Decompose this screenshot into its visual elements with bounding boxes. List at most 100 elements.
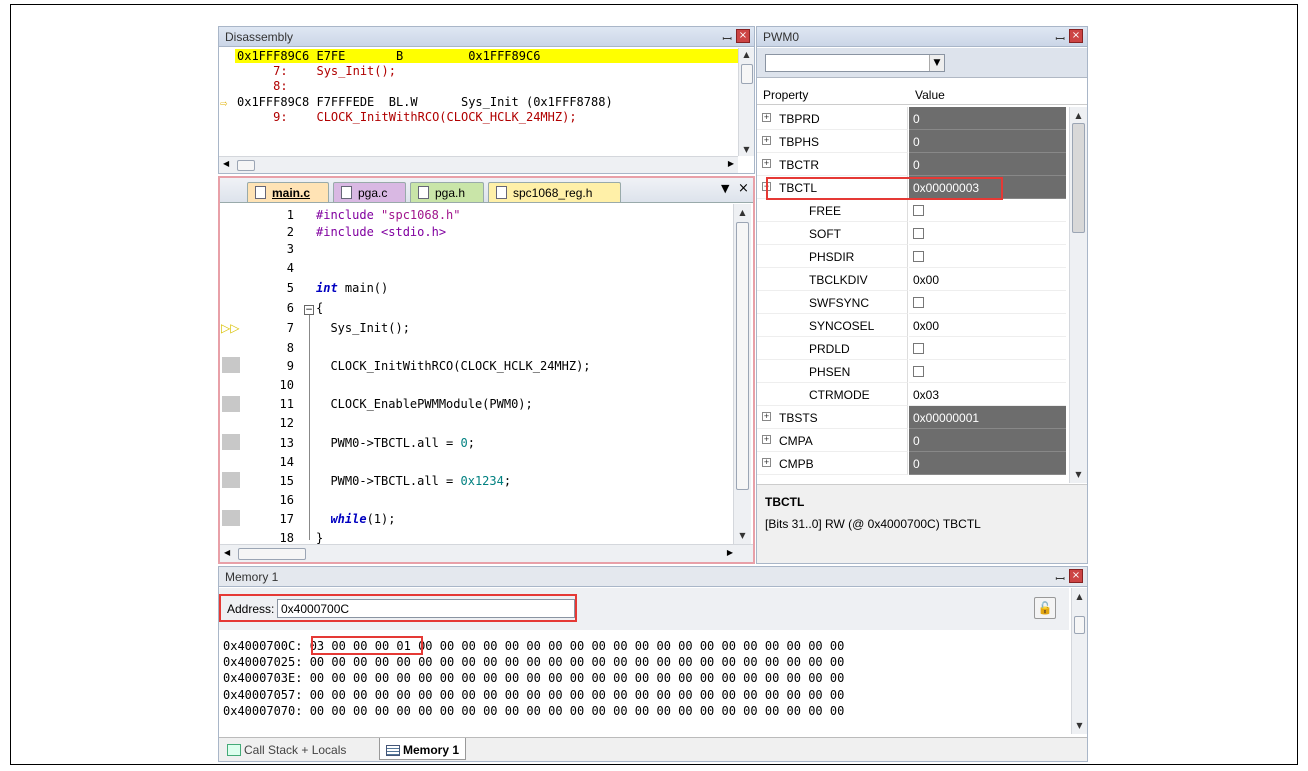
property-row-cmpb: + CMPB 0: [757, 452, 1067, 475]
memory-title-bar: Memory 1 ꟷ ×: [219, 567, 1087, 587]
code-line: Sys_Init();: [316, 321, 410, 335]
disasm-line: 0x1FFF89C6 E7FE B 0x1FFF89C6: [237, 49, 541, 63]
property-row-syncosel: SYNCOSEL 0x00: [757, 314, 1067, 337]
code-line: }: [316, 531, 324, 545]
property-row-tbprd: + TBPRD 0: [757, 107, 1067, 130]
pwm-object-dropdown[interactable]: ▼: [765, 54, 945, 72]
memory-row: 0x40007070: 00 00 00 00 00 00 00 00 00 0…: [223, 704, 845, 718]
pin-icon[interactable]: ꟷ: [1055, 30, 1065, 47]
pwm-toolbar: ▼: [757, 48, 1087, 78]
property-row-soft: SOFT: [757, 222, 1067, 245]
property-row-prdld: PRDLD: [757, 337, 1067, 360]
description-text: [Bits 31..0] RW (@ 0x4000700C) TBCTL: [765, 517, 981, 531]
memory-icon: [386, 745, 400, 756]
pin-icon[interactable]: ꟷ: [1055, 570, 1065, 587]
property-column-header: Property: [763, 88, 809, 102]
swfsync-checkbox[interactable]: [913, 297, 924, 308]
memory-bytes-highlight-box: [311, 636, 423, 655]
disasm-line: 0x1FFF89C8 F7FFFEDE BL.W Sys_Init (0x1FF…: [237, 95, 613, 109]
expand-icon[interactable]: +: [762, 435, 771, 444]
tab-memory-1[interactable]: Memory 1: [379, 738, 467, 760]
expand-icon[interactable]: +: [762, 136, 771, 145]
description-title: TBCTL: [765, 495, 805, 509]
disassembly-vscrollbar[interactable]: ▲ ▼: [738, 48, 754, 156]
call-stack-icon: [227, 744, 241, 756]
memory-dump[interactable]: 0x4000700C: 03 00 00 00 01 00 00 00 00 0…: [219, 630, 1069, 734]
pwm-title-bar: PWM0 ꟷ ×: [757, 27, 1087, 47]
disasm-line: 9: CLOCK_InitWithRCO(CLOCK_HCLK_24MHZ);: [237, 110, 577, 124]
memory-row: 0x4000703E: 00 00 00 00 00 00 00 00 00 0…: [223, 671, 845, 685]
property-row-free: FREE: [757, 199, 1067, 222]
phsdir-checkbox[interactable]: [913, 251, 924, 262]
code-area[interactable]: 1 #include "spc1068.h" 2 #include <stdio.h…: [220, 204, 733, 545]
expand-icon[interactable]: +: [762, 458, 771, 467]
property-row-phsdir: PHSDIR: [757, 245, 1067, 268]
disassembly-hscrollbar[interactable]: ◀ ▶: [219, 156, 738, 173]
memory-vscrollbar[interactable]: ▲ ▼: [1071, 588, 1087, 734]
code-line: int main(): [316, 281, 389, 295]
disasm-line: 7: Sys_Init();: [237, 64, 396, 78]
property-row-tbsts: + TBSTS 0x00000001: [757, 406, 1067, 429]
property-row-tbphs: + TBPHS 0: [757, 130, 1067, 153]
property-row-swfsync: SWFSYNC: [757, 291, 1067, 314]
expand-icon[interactable]: +: [762, 412, 771, 421]
property-row-tbclkdiv: TBCLKDIV 0x00: [757, 268, 1067, 291]
editor-hscrollbar[interactable]: ◀ ▶: [220, 544, 753, 562]
tab-dropdown-icon[interactable]: ▼: [721, 182, 729, 195]
value-column-header: Value: [915, 88, 945, 102]
property-description: TBCTL [Bits 31..0] RW (@ 0x4000700C) TBC…: [757, 484, 1087, 563]
tab-pga-h[interactable]: pga.h: [410, 182, 484, 202]
code-line: PWM0->TBCTL.all = 0;: [316, 436, 475, 450]
property-row-cmpa: + CMPA 0: [757, 429, 1067, 452]
property-row-phsen: PHSEN: [757, 360, 1067, 383]
tab-main-c[interactable]: main.c: [247, 182, 329, 202]
lock-icon[interactable]: 🔓: [1034, 597, 1056, 619]
tbctl-highlight-box: [766, 177, 1003, 200]
memory-title: Memory 1: [225, 570, 279, 584]
close-icon[interactable]: ×: [736, 29, 750, 43]
disassembly-code: ⇨ 0x1FFF89C6 E7FE B 0x1FFF89C6 7: Sys_In…: [219, 48, 740, 156]
bottom-tab-strip: Call Stack + Locals Memory 1: [219, 737, 1087, 761]
prdld-checkbox[interactable]: [913, 343, 924, 354]
memory-row: 0x40007025: 00 00 00 00 00 00 00 00 00 0…: [223, 655, 845, 669]
property-row-ctrmode: CTRMODE 0x03: [757, 383, 1067, 406]
free-checkbox[interactable]: [913, 205, 924, 216]
close-icon[interactable]: ×: [1069, 569, 1083, 583]
tab-pga-c[interactable]: pga.c: [333, 182, 406, 202]
address-highlight-box: [219, 594, 577, 622]
property-header: Property Value: [757, 84, 1087, 105]
pin-icon[interactable]: ꟷ: [722, 30, 732, 47]
tab-spc1068-reg-h[interactable]: spc1068_reg.h: [488, 182, 621, 202]
editor-vscrollbar[interactable]: ▲ ▼: [733, 204, 751, 544]
code-line: #include "spc1068.h": [316, 208, 461, 222]
memory-toolbar: Address: 0x4000700C 🔓: [219, 588, 1069, 630]
code-line: #include <stdio.h>: [316, 225, 447, 239]
pwm-title: PWM0: [763, 30, 799, 44]
chevron-down-icon: ▼: [929, 55, 944, 71]
disassembly-title: Disassembly: [225, 30, 294, 44]
code-line: CLOCK_InitWithRCO(CLOCK_HCLK_24MHZ);: [316, 359, 591, 373]
close-icon[interactable]: ×: [1069, 29, 1083, 43]
pwm-panel: PWM0 ꟷ × ▼ Property Value + TBPRD 0 + TBPHS…: [756, 26, 1088, 564]
memory-row: 0x40007057: 00 00 00 00 00 00 00 00 00 0…: [223, 688, 845, 702]
code-line: while(1);: [330, 512, 396, 526]
property-row-tbctr: + TBCTR 0: [757, 153, 1067, 176]
phsen-checkbox[interactable]: [913, 366, 924, 377]
memory-panel: Memory 1 ꟷ × Address: 0x4000700C 🔓 0x400…: [218, 566, 1088, 762]
expand-icon[interactable]: +: [762, 159, 771, 168]
disassembly-panel: Disassembly ꟷ × ⇨ 0x1FFF89C6 E7FE B 0x1F…: [218, 26, 755, 174]
execution-arrow-icon: ⇨: [220, 96, 228, 110]
code-line: CLOCK_EnablePWMModule(PWM0);: [316, 397, 533, 411]
ide-window: Disassembly ꟷ × ⇨ 0x1FFF89C6 E7FE B 0x1F…: [10, 4, 1298, 765]
property-grid[interactable]: + TBPRD 0 + TBPHS 0 + TBCTR 0 − TBCTL 0x00000003…: [757, 107, 1069, 483]
code-line: {: [316, 301, 324, 315]
code-line: PWM0->TBCTL.all = 0x1234;: [316, 474, 512, 488]
tab-call-stack-locals[interactable]: Call Stack + Locals: [223, 741, 350, 760]
editor-panel: main.c pga.c pga.h spc1068_reg.h ▼ × ▷▷ …: [218, 176, 755, 564]
expand-icon[interactable]: +: [762, 113, 771, 122]
soft-checkbox[interactable]: [913, 228, 924, 239]
editor-tab-strip: main.c pga.c pga.h spc1068_reg.h ▼ ×: [220, 178, 753, 203]
pwm-vscrollbar[interactable]: ▲ ▼: [1069, 107, 1087, 483]
disasm-line: 8:: [237, 79, 295, 93]
tab-close-icon[interactable]: ×: [738, 181, 749, 196]
